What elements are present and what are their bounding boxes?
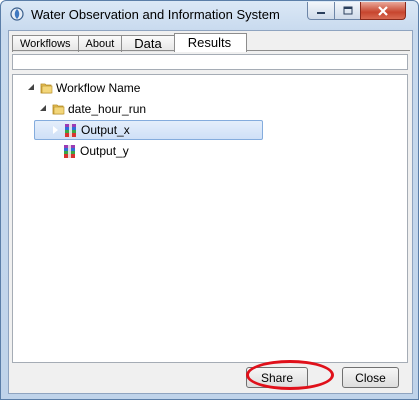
maximize-button[interactable] <box>334 2 361 20</box>
window-title: Water Observation and Information System <box>31 7 280 22</box>
action-bar: Share Close <box>12 366 408 390</box>
maximize-icon <box>343 6 352 15</box>
share-button[interactable]: Share <box>246 367 308 388</box>
folder-icon <box>40 83 53 94</box>
close-button[interactable]: Close <box>342 367 399 388</box>
tree-item-label: Output_x <box>81 123 130 137</box>
expanded-arrow-icon[interactable] <box>27 83 37 93</box>
tree-node-label: date_hour_run <box>68 102 147 116</box>
app-logo-icon <box>10 7 24 21</box>
close-window-button[interactable] <box>360 2 406 20</box>
archive-icon <box>64 144 75 158</box>
tree-node-workflow[interactable]: Workflow Name <box>27 78 140 98</box>
close-icon <box>378 5 388 16</box>
tab-strip: Workflows About Data Results <box>12 33 248 52</box>
tree-item-label: Output_y <box>80 144 129 158</box>
results-tree[interactable]: Workflow Name date_hour_run Output_x Out… <box>12 74 408 363</box>
title-bar[interactable]: Water Observation and Information System <box>1 1 418 29</box>
collapsed-arrow-icon[interactable] <box>50 146 60 156</box>
folder-icon <box>52 104 65 115</box>
tree-node-run-folder[interactable]: date_hour_run <box>39 99 146 119</box>
minimize-button[interactable] <box>307 2 335 20</box>
tree-node-label: Workflow Name <box>56 81 141 95</box>
collapsed-arrow-icon[interactable] <box>51 125 61 135</box>
application-window: Water Observation and Information System… <box>0 0 419 400</box>
expanded-arrow-icon[interactable] <box>39 104 49 114</box>
tab-results[interactable]: Results <box>173 33 248 52</box>
tree-item-output-x[interactable]: Output_x <box>34 120 263 140</box>
archive-icon <box>65 123 76 137</box>
tree-item-output-y[interactable]: Output_y <box>50 141 129 161</box>
client-area: Workflows About Data Results Workflow Na… <box>8 30 413 394</box>
minimize-icon <box>317 11 325 14</box>
path-field[interactable] <box>12 54 408 70</box>
